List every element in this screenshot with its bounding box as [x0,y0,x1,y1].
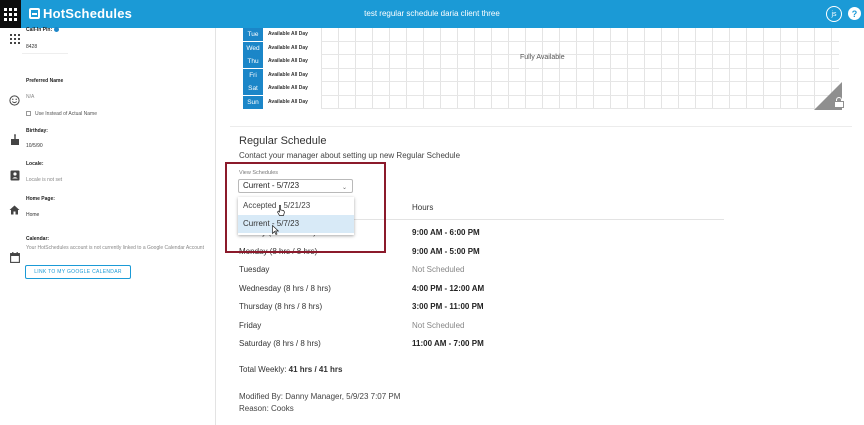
keypad-icon [9,34,20,45]
birthday-label: Birthday: [26,128,48,134]
availability-hours-track[interactable] [321,95,839,109]
modified-by: Modified By: Danny Manager, 5/9/23 7:07 … [239,392,401,401]
section-divider [230,126,852,127]
day-cell: Thu [243,55,263,68]
cake-icon [9,134,20,145]
total-weekly: Total Weekly: 41 hrs / 41 hrs [239,365,342,374]
day-cell: Wed [243,41,263,55]
top-bar: HotSchedules test regular schedule daria… [0,0,864,28]
calendar-label: Calendar: [26,236,50,242]
user-avatar[interactable]: js [826,6,842,22]
availability-hours-track[interactable] [321,28,839,42]
schedule-row-hours: Not Scheduled [412,321,465,330]
preferred-name-value: N/A [26,94,35,100]
fully-available-label: Fully Available [520,54,565,61]
day-cell: Tue [243,28,263,41]
availability-row: Wed Available All Day [243,41,839,55]
locale-value: Locale is not set [26,177,63,183]
link-google-calendar-button[interactable]: LINK TO MY GOOGLE CALENDAR [25,265,131,279]
total-weekly-value: 41 hrs / 41 hrs [288,365,343,374]
use-instead-checkbox[interactable] [26,111,31,116]
availability-hours-track[interactable] [321,55,839,69]
day-cell: Fri [243,68,263,82]
regular-schedule-subtitle: Contact your manager about setting up ne… [239,151,461,160]
sidebar-divider [215,28,216,425]
regular-schedule-title: Regular Schedule [239,135,327,147]
schedule-row-day: Tuesday [239,265,270,274]
contact-card-icon [9,170,20,181]
schedule-row-hours: Not Scheduled [412,265,465,274]
availability-row: Sun Available All Day [243,95,839,109]
callin-pin-label: Call-In Pin: [26,27,59,33]
schedule-row-hours: 4:00 PM - 12:00 AM [412,284,485,293]
schedule-row-day: Saturday (8 hrs / 8 hrs) [239,339,321,348]
availability-row: Sat Available All Day [243,82,839,96]
hours-column-header: Hours [412,203,434,212]
schedule-row-hours: 3:00 PM - 11:00 PM [412,302,484,311]
locale-label: Locale: [26,161,44,167]
calendar-icon [9,252,20,263]
availability-hours-track[interactable] [321,68,839,82]
modification-reason: Reason: Cooks [239,404,294,413]
schedule-row-day: Friday [239,321,262,330]
app-title: test regular schedule daria client three [364,9,500,18]
lock-icon [834,97,844,108]
preferred-name-label: Preferred Name [26,78,64,84]
annotation-highlight-box [225,162,386,253]
day-cell: Sat [243,82,263,95]
availability-row: Fri Available All Day [243,68,839,82]
schedule-row-day: Wednesday (8 hrs / 8 hrs) [239,284,331,293]
availability-hours-track[interactable] [321,41,839,55]
total-weekly-label: Total Weekly: [239,365,287,374]
availability-status: Available All Day [268,85,308,91]
home-icon [9,205,20,216]
availability-status: Available All Day [268,98,308,105]
availability-grid: Tue Available All Day Wed Available All … [243,28,839,109]
availability-status: Available All Day [268,31,308,37]
callin-pin-value: 8428 [26,44,38,50]
schedule-row-hours: 11:00 AM - 7:00 PM [412,339,484,348]
homepage-value: Home [26,212,40,218]
smiley-icon [9,95,20,106]
help-icon[interactable]: ? [848,7,861,20]
availability-status: Available All Day [268,71,308,78]
day-cell: Sun [243,95,263,109]
availability-status: Available All Day [268,44,308,51]
use-instead-label: Use Instead of Actual Name [35,111,97,117]
schedule-row-day: Thursday (8 hrs / 8 hrs) [239,302,323,311]
info-icon[interactable] [53,27,59,33]
availability-status: Available All Day [268,58,308,64]
schedule-row-hours: 9:00 AM - 5:00 PM [412,247,480,256]
availability-row: Tue Available All Day [243,28,839,42]
calendar-text: Your HotSchedules account is not current… [26,245,204,251]
schedule-row-hours: 9:00 AM - 6:00 PM [412,228,480,237]
homepage-label: Home Page: [26,196,55,202]
birthday-value: 10/5/90 [26,143,43,149]
availability-hours-track[interactable] [321,82,839,96]
